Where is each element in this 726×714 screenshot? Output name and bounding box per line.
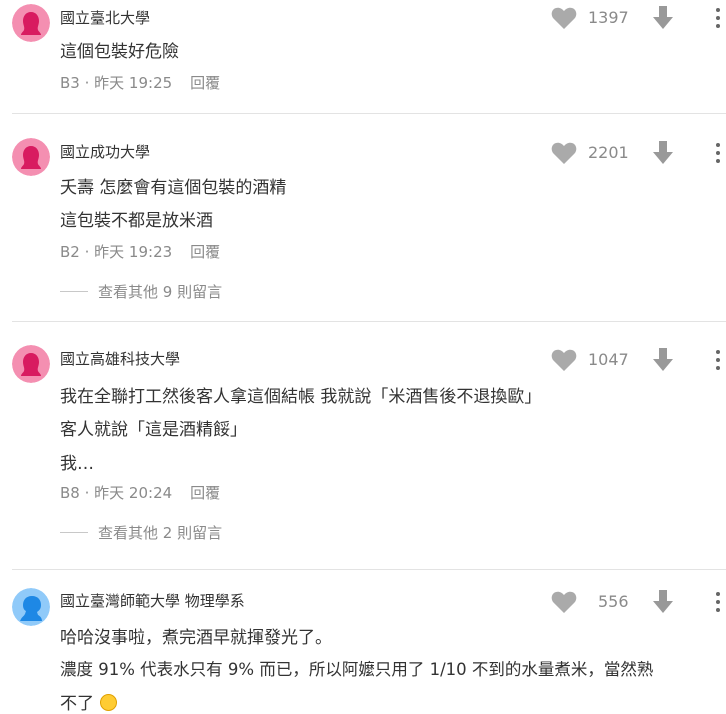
comment-text: 哈哈沒事啦，煮完酒早就揮發光了。 xyxy=(60,628,332,648)
heart-icon[interactable] xyxy=(551,141,577,165)
avatar[interactable] xyxy=(12,345,50,383)
comment-text: 我在全聯打工然後客人拿這個結帳 我就說「米酒售後不退換歐」 xyxy=(60,387,542,407)
comment-author[interactable]: 國立臺灣師範大學 物理學系 xyxy=(60,590,245,611)
view-more-replies[interactable]: 查看其他 2 則留言 xyxy=(60,522,222,543)
comment-text: 這個包裝好危險 xyxy=(60,42,179,62)
reply-button[interactable]: 回覆 xyxy=(190,74,220,92)
laughing-emoji-icon xyxy=(100,694,117,711)
view-more-replies[interactable]: 查看其他 9 則留言 xyxy=(60,281,222,302)
arrow-down-icon[interactable] xyxy=(652,6,674,30)
view-more-replies-label: 查看其他 2 則留言 xyxy=(98,524,223,542)
comment-text: 客人就說「這是酒精餒」 xyxy=(60,420,247,440)
comment-time: 昨天 20:24 xyxy=(94,484,173,502)
comment-floor: B2 xyxy=(60,243,80,261)
like-count: 2201 xyxy=(588,143,629,162)
comment: 國立臺北大學 這個包裝好危險 B3 · 昨天 19:25 回覆 1397 xyxy=(0,0,726,112)
comment: 國立成功大學 夭壽 怎麼會有這個包裝的酒精 這包裝不都是放米酒 B2 · 昨天 … xyxy=(0,114,726,320)
comment-meta: B2 · 昨天 19:23 回覆 xyxy=(60,243,221,261)
comment-text: 不了 xyxy=(60,689,117,714)
like-count: 556 xyxy=(598,592,629,611)
comment-text: 我… xyxy=(60,454,94,474)
avatar[interactable] xyxy=(12,4,50,42)
comment-time: 昨天 19:23 xyxy=(94,243,173,261)
more-vertical-icon[interactable] xyxy=(713,143,723,167)
comment-text: 這包裝不都是放米酒 xyxy=(60,211,213,231)
more-vertical-icon[interactable] xyxy=(713,350,723,374)
comment: 國立高雄科技大學 我在全聯打工然後客人拿這個結帳 我就說「米酒售後不退換歐」 客… xyxy=(0,322,726,568)
arrow-down-icon[interactable] xyxy=(652,348,674,372)
comment-text: 夭壽 怎麼會有這個包裝的酒精 xyxy=(60,178,287,198)
more-vertical-icon[interactable] xyxy=(713,8,723,32)
arrow-down-icon[interactable] xyxy=(652,141,674,165)
avatar[interactable] xyxy=(12,138,50,176)
comment-text-part: 不了 xyxy=(60,694,94,714)
comment-meta: B3 · 昨天 19:25 回覆 xyxy=(60,74,221,92)
heart-icon[interactable] xyxy=(551,348,577,372)
comment-floor: B3 xyxy=(60,74,80,92)
comment-time: 昨天 19:25 xyxy=(94,74,173,92)
comment-author[interactable]: 國立高雄科技大學 xyxy=(60,348,180,369)
divider-dash xyxy=(60,532,88,533)
reply-button[interactable]: 回覆 xyxy=(190,484,220,502)
comment-text: 濃度 91% 代表水只有 9% 而已，所以阿嬤只用了 1/10 不到的水量煮米，… xyxy=(60,660,654,679)
divider-dash xyxy=(60,291,88,292)
comment-floor: B8 xyxy=(60,484,80,502)
comment-meta: B8 · 昨天 20:24 回覆 xyxy=(60,484,221,502)
view-more-replies-label: 查看其他 9 則留言 xyxy=(98,283,223,301)
arrow-down-icon[interactable] xyxy=(652,590,674,614)
reply-button[interactable]: 回覆 xyxy=(190,243,220,261)
comment-author[interactable]: 國立成功大學 xyxy=(60,141,150,162)
like-count: 1397 xyxy=(588,8,629,27)
heart-icon[interactable] xyxy=(551,6,577,30)
comment: 國立臺灣師範大學 物理學系 哈哈沒事啦，煮完酒早就揮發光了。 濃度 91% 代表… xyxy=(0,570,726,714)
like-count: 1047 xyxy=(588,350,629,369)
more-vertical-icon[interactable] xyxy=(713,592,723,616)
avatar[interactable] xyxy=(12,588,50,626)
heart-icon[interactable] xyxy=(551,590,577,614)
comment-author[interactable]: 國立臺北大學 xyxy=(60,7,150,28)
